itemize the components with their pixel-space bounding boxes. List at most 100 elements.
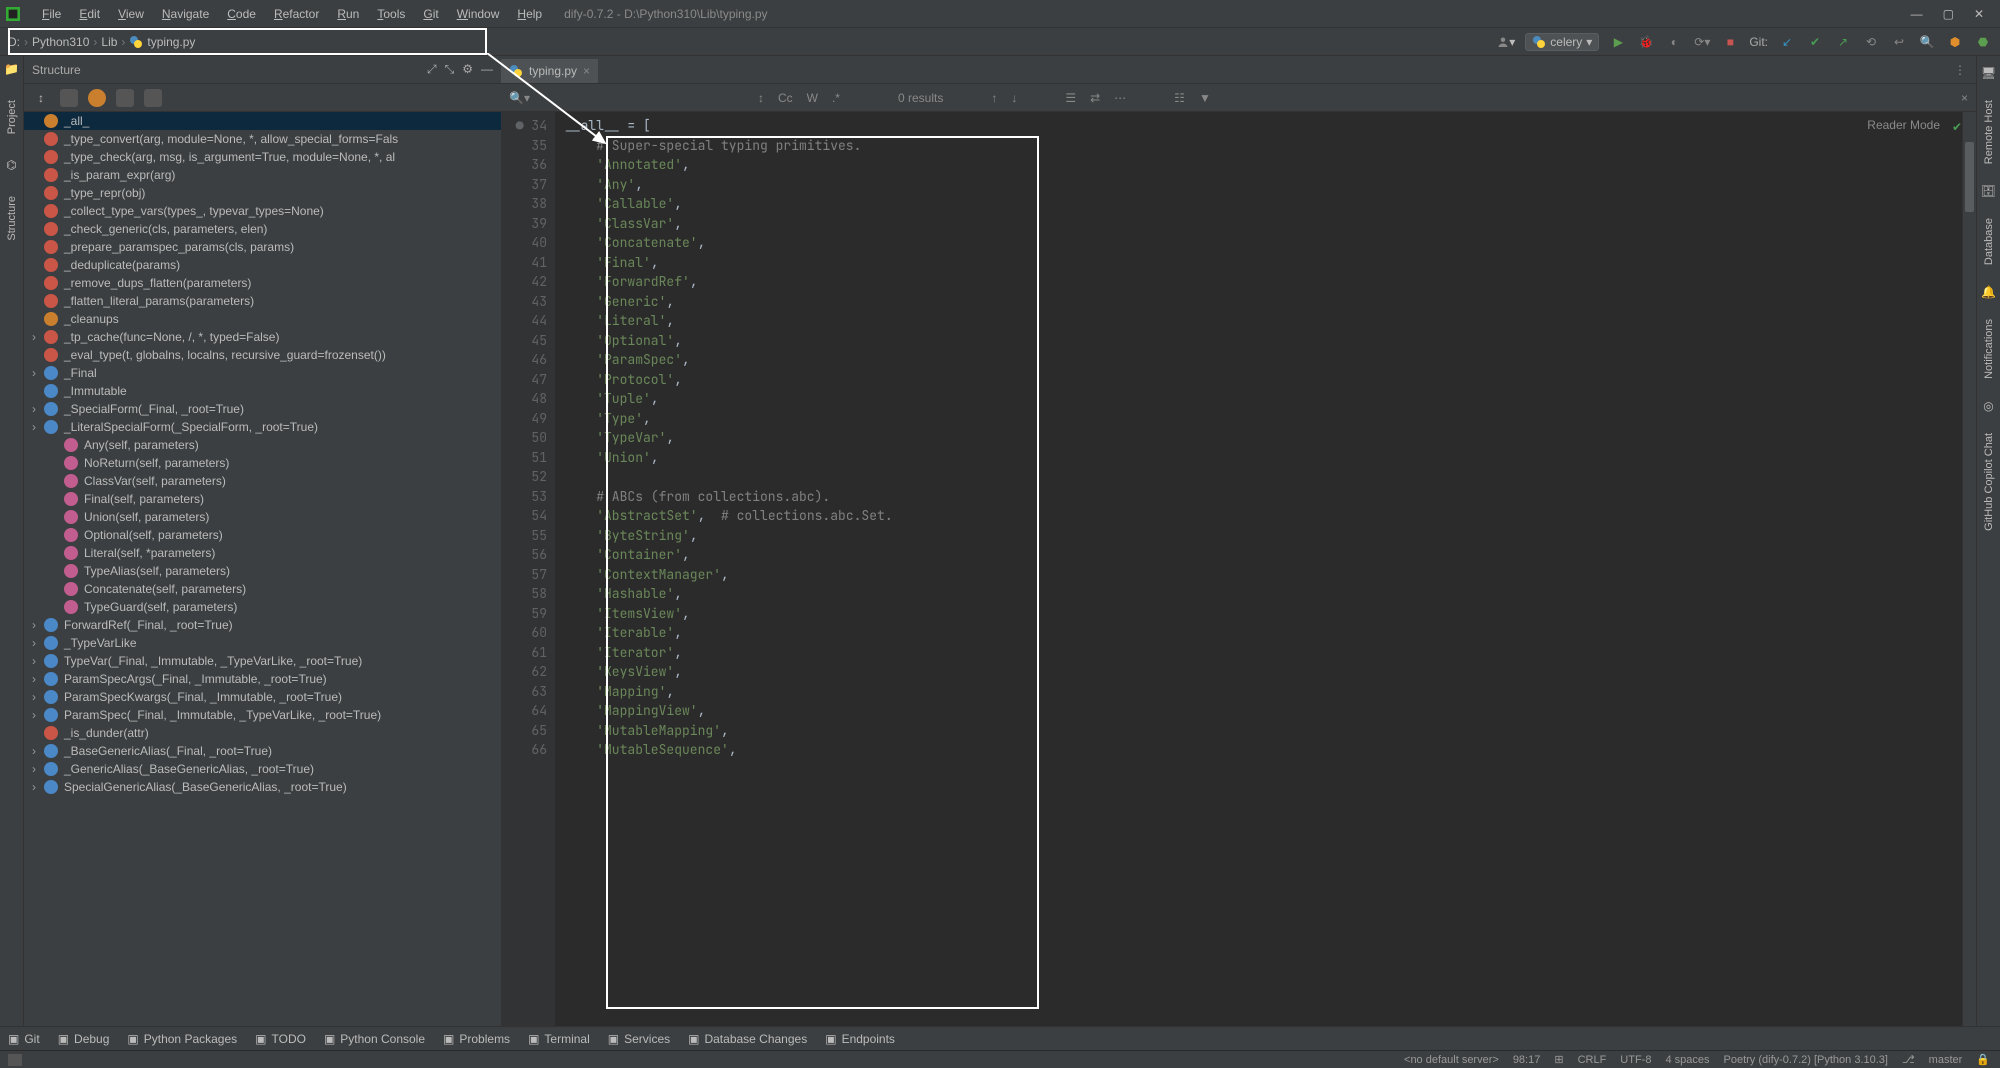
- structure-item[interactable]: ›ForwardRef(_Final, _root=True): [24, 616, 501, 634]
- menu-view[interactable]: View: [110, 3, 152, 25]
- http-icon[interactable]: ⊞: [1554, 1053, 1563, 1066]
- menu-tools[interactable]: Tools: [369, 3, 413, 25]
- tab-options-icon[interactable]: ⋮: [1944, 63, 1976, 77]
- structure-item[interactable]: _type_check(arg, msg, is_argument=True, …: [24, 148, 501, 166]
- structure-item[interactable]: _deduplicate(params): [24, 256, 501, 274]
- find-arrows-icon[interactable]: ↕: [758, 91, 764, 105]
- debug-icon[interactable]: 🐞: [1637, 33, 1655, 51]
- overview-ruler[interactable]: [1962, 112, 1976, 1026]
- codewithme-icon[interactable]: ⬣: [1974, 33, 1992, 51]
- structure-item[interactable]: ›_LiteralSpecialForm(_SpecialForm, _root…: [24, 418, 501, 436]
- breadcrumb-seg[interactable]: Lib: [101, 35, 117, 49]
- menu-refactor[interactable]: Refactor: [266, 3, 327, 25]
- find-prev-icon[interactable]: ↑: [991, 91, 997, 105]
- lock-icon[interactable]: 🔒: [1976, 1053, 1990, 1066]
- database-icon[interactable]: 🗄: [1981, 184, 1996, 198]
- user-icon[interactable]: ▾: [1497, 33, 1515, 51]
- find-select-icon[interactable]: ☰: [1065, 91, 1076, 105]
- find-toggle-icon[interactable]: ⇄: [1090, 91, 1100, 105]
- menu-edit[interactable]: Edit: [71, 3, 108, 25]
- structure-item[interactable]: TypeAlias(self, parameters): [24, 562, 501, 580]
- structure-item[interactable]: ›_BaseGenericAlias(_Final, _root=True): [24, 742, 501, 760]
- structure-item[interactable]: ›_tp_cache(func=None, /, *, typed=False): [24, 328, 501, 346]
- structure-item[interactable]: ›ParamSpecArgs(_Final, _Immutable, _root…: [24, 670, 501, 688]
- run-icon[interactable]: ▶: [1609, 33, 1627, 51]
- reader-mode-label[interactable]: Reader Mode: [1867, 118, 1940, 132]
- tool-endpoints[interactable]: ▣Endpoints: [825, 1032, 895, 1046]
- notifications-label[interactable]: Notifications: [1983, 319, 1995, 379]
- tool-git[interactable]: ▣Git: [8, 1032, 40, 1046]
- search-icon[interactable]: 🔍: [1918, 33, 1936, 51]
- close-icon[interactable]: ✕: [1974, 7, 1984, 21]
- structure-item[interactable]: ClassVar(self, parameters): [24, 472, 501, 490]
- structure-item[interactable]: _is_dunder(attr): [24, 724, 501, 742]
- status-pos[interactable]: 98:17: [1513, 1054, 1541, 1066]
- structure-item[interactable]: Optional(self, parameters): [24, 526, 501, 544]
- tool-services[interactable]: ▣Services: [608, 1032, 670, 1046]
- structure-item[interactable]: _eval_type(t, globalns, localns, recursi…: [24, 346, 501, 364]
- structure-item[interactable]: ›_SpecialForm(_Final, _root=True): [24, 400, 501, 418]
- collapse-icon[interactable]: ⤡: [445, 62, 455, 77]
- structure-item[interactable]: _prepare_paramspec_params(cls, params): [24, 238, 501, 256]
- filter3-icon[interactable]: [116, 89, 134, 107]
- menu-git[interactable]: Git: [415, 3, 446, 25]
- status-branch[interactable]: master: [1929, 1054, 1963, 1066]
- structure-tree[interactable]: _all__type_convert(arg, module=None, *, …: [24, 112, 501, 1026]
- sort-icon[interactable]: ↕: [32, 89, 50, 107]
- structure-item[interactable]: ›SpecialGenericAlias(_BaseGenericAlias, …: [24, 778, 501, 796]
- structure-item[interactable]: ›_Final: [24, 364, 501, 382]
- tool-problems[interactable]: ▣Problems: [443, 1032, 510, 1046]
- status-interp[interactable]: Poetry (dify-0.7.2) [Python 3.10.3]: [1724, 1054, 1888, 1066]
- ai-icon[interactable]: ⬢: [1946, 33, 1964, 51]
- breadcrumb[interactable]: D: › Python310 › Lib › typing.py: [8, 35, 195, 49]
- git-history-icon[interactable]: ⟲: [1862, 33, 1880, 51]
- breadcrumb-seg[interactable]: Python310: [32, 35, 89, 49]
- stop-icon[interactable]: ■: [1721, 33, 1739, 51]
- minimize-icon[interactable]: ―: [1911, 7, 1923, 21]
- structure-item[interactable]: Any(self, parameters): [24, 436, 501, 454]
- copilot-label[interactable]: GitHub Copilot Chat: [1983, 433, 1995, 531]
- status-server[interactable]: <no default server>: [1404, 1054, 1499, 1066]
- profile-icon[interactable]: ⟳▾: [1693, 33, 1711, 51]
- menu-code[interactable]: Code: [219, 3, 264, 25]
- expand-icon[interactable]: ⤢: [427, 62, 437, 77]
- find-cc[interactable]: Cc: [778, 91, 793, 105]
- menu-help[interactable]: Help: [509, 3, 550, 25]
- project-tool-label[interactable]: Project: [6, 100, 18, 134]
- structure-tool-label[interactable]: Structure: [6, 196, 18, 241]
- status-indent[interactable]: 4 spaces: [1665, 1054, 1709, 1066]
- git-rollback-icon[interactable]: ↩: [1890, 33, 1908, 51]
- status-le[interactable]: CRLF: [1578, 1054, 1607, 1066]
- status-enc[interactable]: UTF-8: [1620, 1054, 1651, 1066]
- structure-item[interactable]: _all_: [24, 112, 501, 130]
- gutter[interactable]: ● 34353637383940414243444546474849505152…: [501, 112, 555, 1026]
- structure-item[interactable]: _is_param_expr(arg): [24, 166, 501, 184]
- structure-item[interactable]: ›ParamSpec(_Final, _Immutable, _TypeVarL…: [24, 706, 501, 724]
- find-close-icon[interactable]: ×: [1961, 91, 1968, 105]
- structure-item[interactable]: ›TypeVar(_Final, _Immutable, _TypeVarLik…: [24, 652, 501, 670]
- filter1-icon[interactable]: [60, 89, 78, 107]
- code-area[interactable]: ● 34353637383940414243444546474849505152…: [501, 112, 1976, 1026]
- structure-item[interactable]: _type_convert(arg, module=None, *, allow…: [24, 130, 501, 148]
- menu-run[interactable]: Run: [329, 3, 367, 25]
- gear-icon[interactable]: ⚙: [462, 62, 473, 77]
- structure-item[interactable]: ›ParamSpecKwargs(_Final, _Immutable, _ro…: [24, 688, 501, 706]
- reader-mode-check-icon[interactable]: ✔: [1952, 120, 1962, 134]
- menu-file[interactable]: File: [34, 3, 69, 25]
- copilot-icon[interactable]: ◎: [1983, 399, 1993, 413]
- structure-item[interactable]: Concatenate(self, parameters): [24, 580, 501, 598]
- git-commit-icon[interactable]: ✔: [1806, 33, 1824, 51]
- structure-item[interactable]: Union(self, parameters): [24, 508, 501, 526]
- code-text[interactable]: __all__ = [ # Super-special typing primi…: [555, 112, 1976, 1026]
- structure-item[interactable]: TypeGuard(self, parameters): [24, 598, 501, 616]
- structure-item[interactable]: NoReturn(self, parameters): [24, 454, 501, 472]
- tool-database-changes[interactable]: ▣Database Changes: [688, 1032, 807, 1046]
- status-widgets-icon[interactable]: [8, 1054, 22, 1066]
- maximize-icon[interactable]: ▢: [1943, 7, 1954, 21]
- find-more-icon[interactable]: ⋯: [1114, 91, 1126, 105]
- git-pull-icon[interactable]: ↙: [1778, 33, 1796, 51]
- run-config-selector[interactable]: celery ▾: [1525, 33, 1599, 51]
- structure-item[interactable]: Literal(self, *parameters): [24, 544, 501, 562]
- structure-item[interactable]: _flatten_literal_params(parameters): [24, 292, 501, 310]
- tool-terminal[interactable]: ▣Terminal: [528, 1032, 590, 1046]
